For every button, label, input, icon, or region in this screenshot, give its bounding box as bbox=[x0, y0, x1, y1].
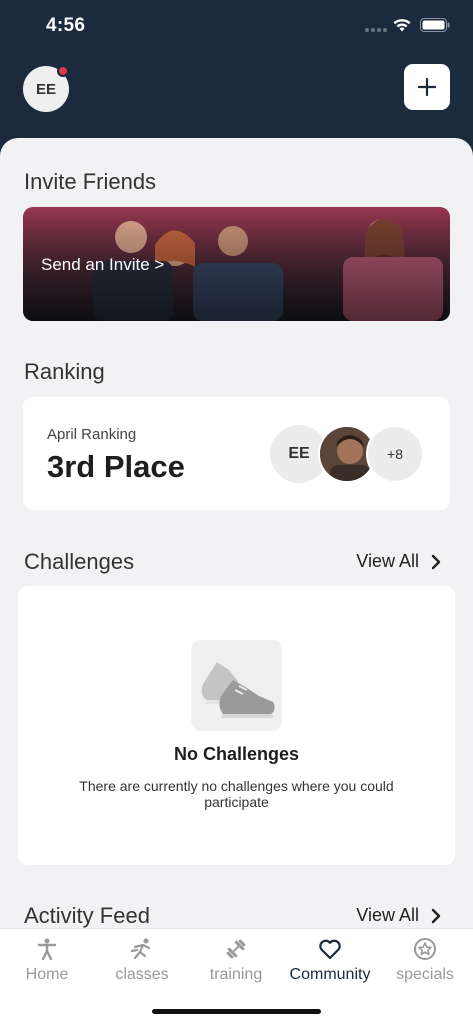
empty-state-description: There are currently no challenges where … bbox=[79, 778, 394, 810]
chevron-right-icon bbox=[431, 908, 441, 923]
invite-friends-title: Invite Friends bbox=[24, 169, 157, 194]
status-bar: 4:56 bbox=[0, 0, 473, 54]
ranking-title: Ranking bbox=[24, 359, 105, 384]
wifi-icon bbox=[393, 19, 411, 32]
chevron-right-icon bbox=[431, 554, 441, 569]
person-icon bbox=[37, 938, 57, 961]
tab-community-label: Community bbox=[289, 966, 371, 983]
heart-icon bbox=[319, 939, 341, 960]
ranking-place: 3rd Place bbox=[47, 449, 185, 484]
star-badge-icon bbox=[414, 938, 436, 960]
send-invite-link[interactable]: Send an Invite > bbox=[41, 255, 164, 275]
empty-state-title: No Challenges bbox=[173, 744, 300, 764]
main-content: Invite Friends Send an Invite > Ranking … bbox=[0, 138, 473, 938]
status-time: 4:56 bbox=[46, 15, 86, 36]
invite-card[interactable]: Send an Invite > bbox=[23, 207, 450, 321]
cellular-signal-icon bbox=[365, 28, 387, 32]
tab-specials[interactable]: specials bbox=[378, 929, 472, 989]
tab-training-label: training bbox=[209, 966, 263, 983]
dumbbell-icon bbox=[226, 939, 246, 959]
challenges-title: Challenges bbox=[24, 549, 135, 574]
challenges-card: No Challenges There are currently no cha… bbox=[18, 586, 455, 865]
add-button[interactable] bbox=[404, 64, 450, 110]
tab-classes[interactable]: classes bbox=[95, 929, 189, 989]
bottom-tab-bar: Home classes training Community specials bbox=[0, 928, 473, 1024]
sneakers-icon bbox=[191, 640, 282, 731]
challenges-view-all-button[interactable]: View All bbox=[356, 551, 441, 572]
tab-specials-label: specials bbox=[396, 966, 454, 983]
ranking-more-count: +8 bbox=[366, 425, 424, 483]
notification-badge bbox=[57, 65, 69, 77]
tab-home-label: Home bbox=[25, 966, 69, 983]
plus-icon bbox=[417, 77, 437, 97]
tab-training[interactable]: training bbox=[189, 929, 283, 989]
tab-home[interactable]: Home bbox=[0, 929, 94, 989]
ranking-period: April Ranking bbox=[47, 426, 137, 443]
tab-community[interactable]: Community bbox=[283, 929, 377, 989]
activity-feed-title: Activity Feed bbox=[24, 903, 150, 928]
home-indicator bbox=[152, 1009, 321, 1014]
ranking-card[interactable]: April Ranking 3rd Place EE +8 bbox=[23, 397, 450, 510]
activity-view-all-label: View All bbox=[356, 905, 419, 925]
tab-classes-label: classes bbox=[115, 966, 169, 983]
running-person-icon bbox=[130, 938, 151, 960]
activity-view-all-button[interactable]: View All bbox=[356, 905, 441, 926]
challenges-view-all-label: View All bbox=[356, 551, 419, 571]
battery-icon bbox=[420, 18, 450, 32]
top-bar: EE bbox=[0, 54, 473, 136]
